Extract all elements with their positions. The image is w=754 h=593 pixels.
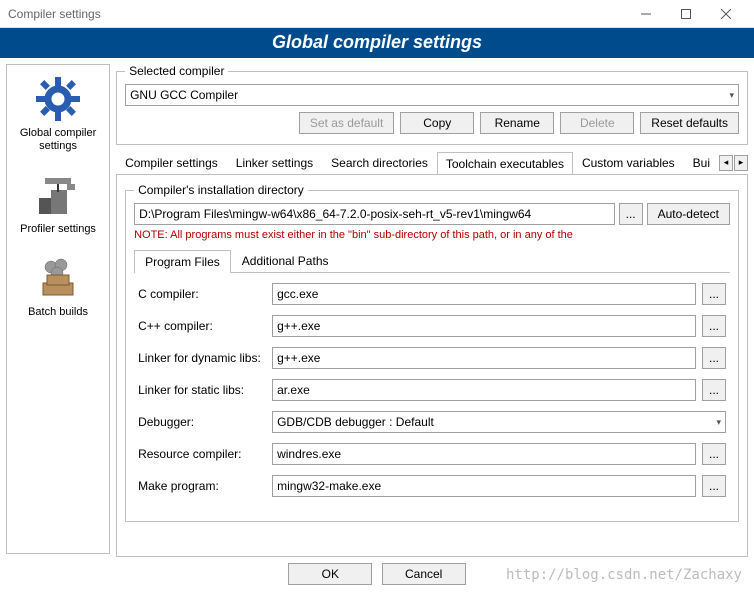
cpp-compiler-input[interactable]: g++.exe bbox=[272, 315, 696, 337]
compiler-select[interactable]: GNU GCC Compiler ▾ bbox=[125, 84, 739, 106]
install-note: NOTE: All programs must exist either in … bbox=[134, 229, 730, 241]
selected-compiler-legend: Selected compiler bbox=[125, 64, 228, 78]
ok-button[interactable]: OK bbox=[288, 563, 372, 585]
browse-c-compiler-button[interactable]: ... bbox=[702, 283, 726, 305]
dialog-footer: OK Cancel bbox=[0, 563, 754, 585]
window-title: Compiler settings bbox=[8, 7, 626, 21]
resource-compiler-input[interactable]: windres.exe bbox=[272, 443, 696, 465]
close-button[interactable] bbox=[706, 2, 746, 26]
compiler-select-value: GNU GCC Compiler bbox=[130, 88, 238, 102]
rename-button[interactable]: Rename bbox=[480, 112, 554, 134]
install-directory-group: Compiler's installation directory D:\Pro… bbox=[125, 183, 739, 522]
auto-detect-button[interactable]: Auto-detect bbox=[647, 203, 730, 225]
install-directory-legend: Compiler's installation directory bbox=[134, 183, 308, 197]
titlebar: Compiler settings bbox=[0, 0, 754, 28]
maximize-button[interactable] bbox=[666, 2, 706, 26]
c-compiler-label: C compiler: bbox=[138, 287, 266, 301]
settings-tabs: Compiler settings Linker settings Search… bbox=[116, 151, 748, 175]
chevron-down-icon: ▾ bbox=[729, 90, 734, 101]
tab-compiler-settings[interactable]: Compiler settings bbox=[116, 151, 227, 174]
tab-scroll-left[interactable]: ◂ bbox=[719, 155, 733, 171]
browse-linker-dynamic-button[interactable]: ... bbox=[702, 347, 726, 369]
profiler-icon bbox=[32, 169, 84, 221]
tab-custom-variables[interactable]: Custom variables bbox=[573, 151, 684, 174]
resource-compiler-label: Resource compiler: bbox=[138, 447, 266, 461]
linker-static-label: Linker for static libs: bbox=[138, 383, 266, 397]
browse-install-button[interactable]: ... bbox=[619, 203, 643, 225]
make-program-label: Make program: bbox=[138, 479, 266, 493]
set-default-button[interactable]: Set as default bbox=[299, 112, 394, 134]
batch-builds-icon bbox=[32, 252, 84, 304]
minimize-button[interactable] bbox=[626, 2, 666, 26]
tab-toolchain-executables[interactable]: Toolchain executables bbox=[437, 152, 573, 174]
tab-scroll-right[interactable]: ▸ bbox=[734, 155, 748, 171]
tab-build-options[interactable]: Bui bbox=[684, 151, 719, 174]
sidebar-item-label: Global compiler settings bbox=[11, 127, 105, 153]
subtab-program-files[interactable]: Program Files bbox=[134, 250, 231, 273]
linker-static-input[interactable]: ar.exe bbox=[272, 379, 696, 401]
gear-icon bbox=[32, 73, 84, 125]
c-compiler-input[interactable]: gcc.exe bbox=[272, 283, 696, 305]
sidebar: Global compiler settings Profiler settin… bbox=[6, 64, 110, 554]
delete-button[interactable]: Delete bbox=[560, 112, 634, 134]
sidebar-item-label: Batch builds bbox=[11, 306, 105, 319]
browse-resource-compiler-button[interactable]: ... bbox=[702, 443, 726, 465]
subtab-additional-paths[interactable]: Additional Paths bbox=[231, 249, 340, 272]
sidebar-item-label: Profiler settings bbox=[11, 223, 105, 236]
cpp-compiler-label: C++ compiler: bbox=[138, 319, 266, 333]
make-program-input[interactable]: mingw32-make.exe bbox=[272, 475, 696, 497]
sidebar-item-global-compiler[interactable]: Global compiler settings bbox=[9, 69, 107, 165]
linker-dynamic-input[interactable]: g++.exe bbox=[272, 347, 696, 369]
browse-linker-static-button[interactable]: ... bbox=[702, 379, 726, 401]
browse-make-program-button[interactable]: ... bbox=[702, 475, 726, 497]
sidebar-item-profiler[interactable]: Profiler settings bbox=[9, 165, 107, 248]
program-subtabs: Program Files Additional Paths bbox=[134, 249, 730, 273]
linker-dynamic-label: Linker for dynamic libs: bbox=[138, 351, 266, 365]
copy-button[interactable]: Copy bbox=[400, 112, 474, 134]
cancel-button[interactable]: Cancel bbox=[382, 563, 466, 585]
selected-compiler-group: Selected compiler GNU GCC Compiler ▾ Set… bbox=[116, 64, 748, 145]
sidebar-item-batch-builds[interactable]: Batch builds bbox=[9, 248, 107, 331]
chevron-down-icon: ▾ bbox=[716, 417, 721, 428]
install-directory-input[interactable]: D:\Program Files\mingw-w64\x86_64-7.2.0-… bbox=[134, 203, 615, 225]
tab-search-directories[interactable]: Search directories bbox=[322, 151, 437, 174]
debugger-label: Debugger: bbox=[138, 415, 266, 429]
reset-defaults-button[interactable]: Reset defaults bbox=[640, 112, 739, 134]
tab-linker-settings[interactable]: Linker settings bbox=[227, 151, 322, 174]
header-title: Global compiler settings bbox=[0, 28, 754, 58]
debugger-select[interactable]: GDB/CDB debugger : Default ▾ bbox=[272, 411, 726, 433]
browse-cpp-compiler-button[interactable]: ... bbox=[702, 315, 726, 337]
